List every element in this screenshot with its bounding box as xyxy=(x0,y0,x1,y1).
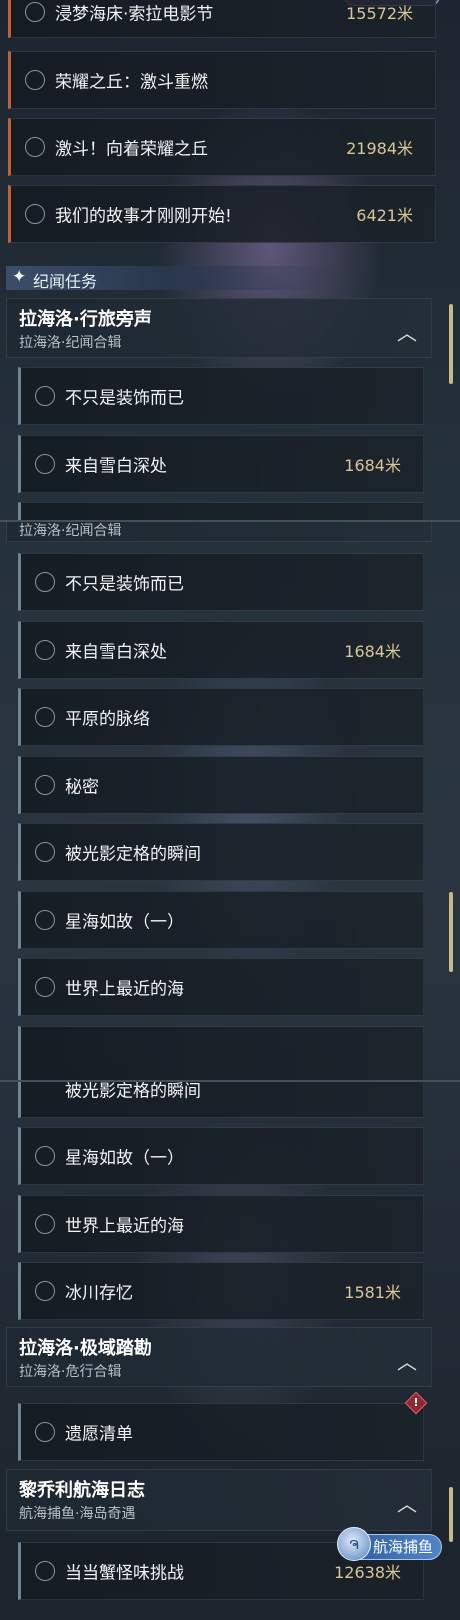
scroll-accent-bar xyxy=(449,304,453,384)
group-title: 拉海洛·极域踏勘 xyxy=(19,1338,152,1359)
screenshot-segment-2: 拉海洛·纪闻合辑 不只是装饰而已 来自雪白深处 1684米 平原的脉络 秘密 被… xyxy=(0,522,460,1080)
quest-item[interactable]: 来自雪白深处 1684米 xyxy=(18,435,424,493)
task-circle-icon xyxy=(35,707,55,727)
task-circle-icon xyxy=(25,2,45,22)
task-circle-icon xyxy=(35,910,55,930)
quest-name: 冰川存忆 xyxy=(65,1283,133,1304)
task-distance: 6421米 xyxy=(356,206,413,225)
quest-name: 来自雪白深处 xyxy=(65,456,167,477)
section-title: 纪闻任务 xyxy=(33,272,98,291)
task-circle-icon xyxy=(35,386,55,406)
section-header: ✦ 纪闻任务 xyxy=(6,266,430,291)
quest-item[interactable]: 不只是装饰而已 xyxy=(18,367,424,425)
screenshot-segment-1: 浸梦海床·索拉电影节 15572米 荣耀之丘：激斗重燃 激斗！向着荣耀之丘 21… xyxy=(0,0,460,520)
quest-distance: 1581米 xyxy=(344,1283,401,1302)
task-circle-icon xyxy=(35,842,55,862)
task-circle-icon xyxy=(35,572,55,592)
group-subtitle: 拉海洛·纪闻合辑 xyxy=(19,335,122,351)
quest-item[interactable]: 来自雪白深处 1684米 xyxy=(18,621,424,679)
task-circle-icon xyxy=(25,137,45,157)
quest-name: 被光影定格的瞬间 xyxy=(65,1082,201,1102)
quest-group-header[interactable]: 拉海洛·行旅旁声 拉海洛·纪闻合辑 ︿ xyxy=(6,298,432,358)
group-subtitle: 拉海洛·危行合辑 xyxy=(19,1364,122,1380)
group-subtitle: 拉海洛·纪闻合辑 xyxy=(19,523,122,539)
quest-name: 星海如故（一） xyxy=(65,912,184,933)
quest-item[interactable]: 被光影定格的瞬间 xyxy=(18,823,424,881)
quest-name: 被光影定格的瞬间 xyxy=(65,844,201,865)
quest-distance: 1684米 xyxy=(344,456,401,475)
task-name: 浸梦海床·索拉电影节 xyxy=(55,4,214,25)
task-circle-icon xyxy=(35,1422,55,1442)
quest-item[interactable]: 遗愿清单 xyxy=(18,1403,424,1461)
screenshot-segment-3: 被光影定格的瞬间 星海如故（一） 世界上最近的海 冰川存忆 1581米 拉海洛·… xyxy=(0,1082,460,1620)
quest-item[interactable]: 世界上最近的海 xyxy=(18,958,424,1016)
quest-distance: 1684米 xyxy=(344,642,401,661)
task-card[interactable]: 我们的故事才刚刚开始! 6421米 xyxy=(8,185,436,243)
quest-distance: 12638米 xyxy=(334,1563,401,1582)
task-circle-icon xyxy=(35,1561,55,1581)
category-badge: ຈ 航海捕鱼 xyxy=(337,1527,443,1561)
task-name: 我们的故事才刚刚开始! xyxy=(55,206,232,227)
quest-item-partial[interactable] xyxy=(18,1026,424,1080)
quest-name: 来自雪白深处 xyxy=(65,642,167,663)
scroll-accent-bar xyxy=(449,892,453,972)
task-circle-icon xyxy=(35,977,55,997)
task-card[interactable]: 浸梦海床·索拉电影节 15572米 xyxy=(8,0,436,38)
task-name: 激斗！向着荣耀之丘 xyxy=(55,139,208,160)
group-title: 黎乔利航海日志 xyxy=(19,1480,145,1501)
task-circle-icon xyxy=(35,454,55,474)
quest-item[interactable]: 不只是装饰而已 xyxy=(18,553,424,611)
quest-group-header-partial[interactable]: 拉海洛·纪闻合辑 xyxy=(6,522,432,542)
task-name: 荣耀之丘：激斗重燃 xyxy=(55,72,208,93)
quest-group-header[interactable]: 黎乔利航海日志 航海捕鱼·海岛奇遇 ︿ xyxy=(6,1469,432,1531)
quest-item[interactable]: 被光影定格的瞬间 xyxy=(18,1082,424,1118)
task-card[interactable]: 激斗！向着荣耀之丘 21984米 xyxy=(8,118,436,176)
task-circle-icon xyxy=(35,1281,55,1301)
task-card[interactable]: 荣耀之丘：激斗重燃 xyxy=(8,51,436,109)
quest-group-header[interactable]: 拉海洛·极域踏勘 拉海洛·危行合辑 ︿ xyxy=(6,1327,432,1387)
task-circle-icon xyxy=(25,70,45,90)
chevron-up-icon[interactable]: ︿ xyxy=(397,1488,417,1517)
task-distance: 21984米 xyxy=(346,139,413,158)
quest-name: 星海如故（一） xyxy=(65,1148,184,1169)
scroll-accent-bar xyxy=(449,1487,453,1542)
quest-name: 平原的脉络 xyxy=(65,709,150,730)
chevron-up-icon[interactable]: ︿ xyxy=(397,1346,417,1375)
chevron-up-icon[interactable]: ︿ xyxy=(397,317,417,346)
quest-name: 当当蟹怪味挑战 xyxy=(65,1563,184,1584)
task-circle-icon xyxy=(35,640,55,660)
quest-name: 不只是装饰而已 xyxy=(65,574,184,595)
sparkle-icon: ✦ xyxy=(12,267,27,287)
quest-item[interactable]: 平原的脉络 xyxy=(18,688,424,746)
task-circle-icon xyxy=(25,204,45,224)
task-circle-icon xyxy=(35,775,55,795)
group-subtitle: 航海捕鱼·海岛奇遇 xyxy=(19,1506,136,1522)
quest-name: 世界上最近的海 xyxy=(65,979,184,1000)
task-distance: 15572米 xyxy=(346,4,413,23)
quest-name: 不只是装饰而已 xyxy=(65,388,184,409)
fishing-spiral-icon: ຈ xyxy=(337,1527,371,1561)
task-circle-icon xyxy=(35,1214,55,1234)
quest-name: 秘密 xyxy=(65,777,99,798)
task-circle-icon xyxy=(35,1146,55,1166)
quest-item[interactable]: 星海如故（一） xyxy=(18,891,424,949)
quest-item[interactable]: 冰川存忆 1581米 xyxy=(18,1262,424,1320)
quest-item[interactable]: 星海如故（一） xyxy=(18,1127,424,1185)
quest-name: 遗愿清单 xyxy=(65,1424,133,1445)
quest-item[interactable]: 秘密 xyxy=(18,756,424,814)
group-title: 拉海洛·行旅旁声 xyxy=(19,309,152,330)
quest-item-partial[interactable] xyxy=(18,502,424,520)
quest-name: 世界上最近的海 xyxy=(65,1216,184,1237)
badge-label: 航海捕鱼 xyxy=(373,1538,434,1556)
quest-item[interactable]: 世界上最近的海 xyxy=(18,1195,424,1253)
